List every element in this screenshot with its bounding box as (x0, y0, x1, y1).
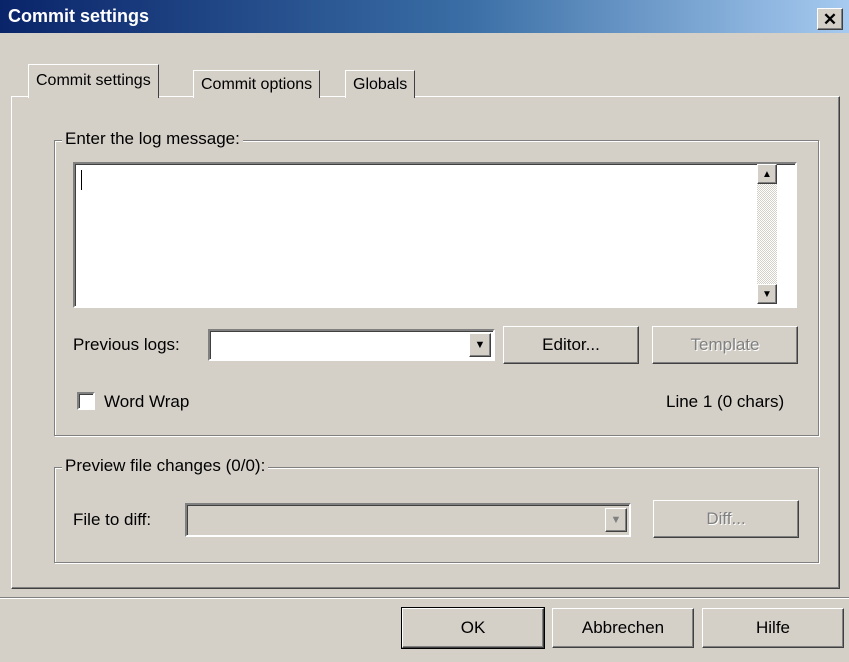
log-message-textarea[interactable]: ▲ ▼ (73, 162, 797, 308)
word-wrap-checkbox[interactable] (77, 392, 95, 410)
scroll-up-icon: ▲ (762, 168, 772, 180)
template-button[interactable]: Template (652, 326, 798, 364)
previous-logs-dropdown-button[interactable]: ▼ (469, 333, 491, 357)
cancel-button[interactable]: Abbrechen (552, 608, 694, 648)
tab-label: Commit options (201, 75, 313, 93)
ok-button[interactable]: OK (401, 607, 545, 649)
tab-commit-options[interactable]: Commit options (193, 70, 321, 98)
editor-button[interactable]: Editor... (503, 326, 639, 364)
file-to-diff-combobox[interactable]: ▼ (185, 503, 631, 537)
previous-logs-label: Previous logs: (73, 335, 180, 354)
log-message-legend: Enter the log message: (62, 129, 243, 149)
log-scrollbar[interactable]: ▲ ▼ (757, 164, 777, 304)
file-to-diff-label: File to diff: (73, 510, 152, 529)
tab-label: Globals (353, 75, 408, 93)
diff-button[interactable]: Diff... (653, 500, 799, 538)
file-to-diff-dropdown-button[interactable]: ▼ (605, 508, 627, 532)
tab-commit-settings[interactable]: Commit settings (28, 64, 159, 98)
help-button[interactable]: Hilfe (702, 608, 844, 648)
close-button[interactable]: ✕ (817, 8, 843, 30)
scroll-up-button[interactable]: ▲ (757, 164, 777, 184)
footer-separator (0, 597, 849, 599)
tab-globals[interactable]: Globals (345, 70, 416, 98)
word-wrap-label[interactable]: Word Wrap (104, 392, 189, 412)
scroll-down-icon: ▼ (762, 288, 772, 300)
previous-logs-combobox[interactable]: ▼ (208, 329, 495, 361)
scroll-down-button[interactable]: ▼ (757, 284, 777, 304)
chevron-down-icon: ▼ (474, 339, 486, 351)
tab-label: Commit settings (36, 72, 151, 89)
chevron-down-icon: ▼ (610, 514, 622, 526)
window-title: Commit settings (8, 6, 150, 26)
preview-changes-legend: Preview file changes (0/0): (62, 456, 269, 476)
close-icon: ✕ (822, 9, 838, 29)
line-status: Line 1 (0 chars) (666, 392, 785, 411)
text-caret (81, 170, 82, 190)
